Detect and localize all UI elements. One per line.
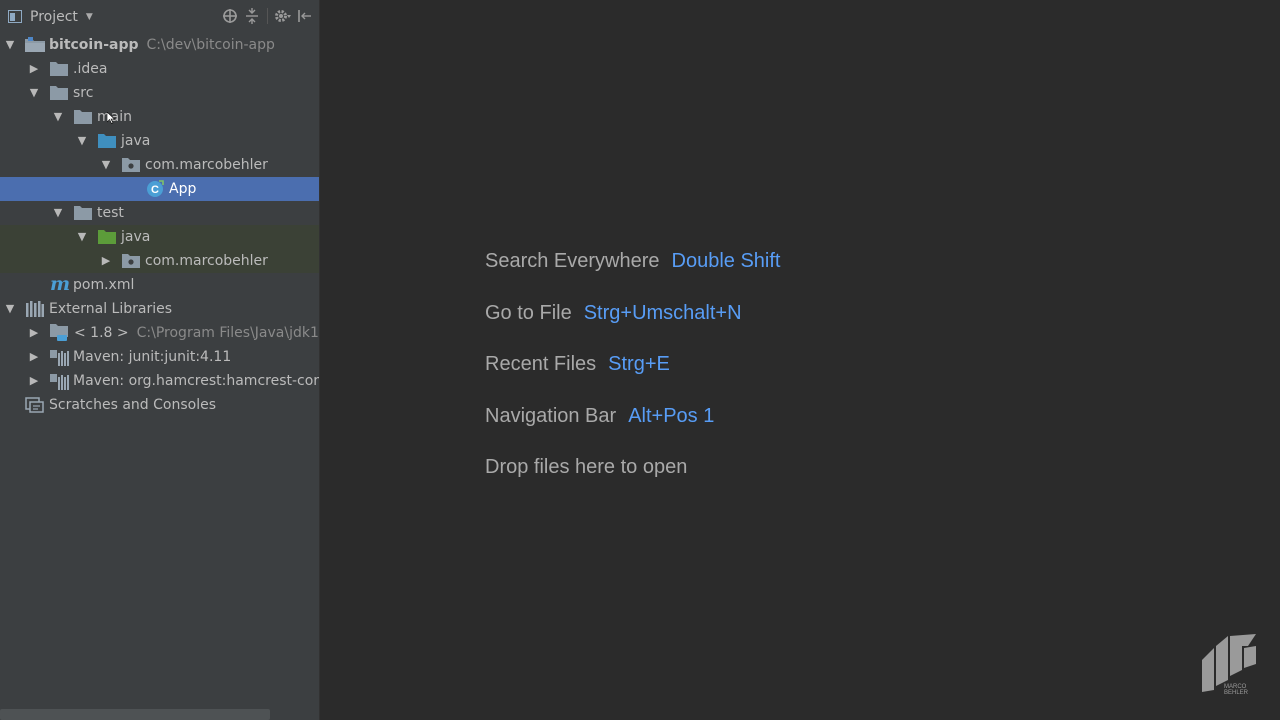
tree-item-label: .idea [73,61,108,77]
collapsed-arrow-icon[interactable]: ▶ [28,57,40,81]
tree-item-label: com.marcobehler [145,253,268,269]
tree-item-hamcrest[interactable]: ▶ Maven: org.hamcrest:hamcrest-cor [0,369,319,393]
hint-drop-files: Drop files here to open [485,456,781,508]
tree-item-main[interactable]: ▼ main [0,105,319,129]
collapsed-arrow-icon[interactable]: ▶ [28,321,40,345]
svg-text:C: C [151,184,159,196]
tree-item-label: pom.xml [73,277,135,293]
tree-item-main-package[interactable]: ▼ com.marcobehler [0,153,319,177]
collapsed-arrow-icon[interactable]: ▶ [28,369,40,393]
tree-item-src[interactable]: ▼ src [0,81,319,105]
jdk-version: < 1.8 > [74,325,129,341]
locate-icon[interactable] [220,6,240,26]
package-icon [122,254,140,268]
hint-shortcut: Strg+Umschalt+N [583,301,742,324]
library-icon [26,301,44,317]
expanded-arrow-icon[interactable]: ▼ [76,225,88,249]
hint-shortcut: Alt+Pos 1 [628,404,715,427]
collapsed-arrow-icon[interactable]: ▶ [28,345,40,369]
test-folder-icon [98,230,116,244]
root-name: bitcoin-app [49,37,139,53]
hide-icon[interactable] [295,6,315,26]
collapsed-arrow-icon[interactable]: ▶ [100,249,112,273]
project-view-selector[interactable]: Project ▼ [8,9,93,25]
hint-label: Go to File [485,301,572,324]
tree-item-label: test [97,205,124,221]
hint-navigation-bar: Navigation Bar Alt+Pos 1 [485,405,781,457]
tree-item-test[interactable]: ▼ test [0,201,319,225]
package-icon [122,158,140,172]
collapse-icon[interactable] [242,6,262,26]
hint-recent-files: Recent Files Strg+E [485,353,781,405]
project-title: Project [30,8,78,25]
source-folder-icon [98,134,116,148]
tree-item-label: App [169,181,197,197]
svg-text:m: m [50,275,70,293]
hint-shortcut: Double Shift [671,250,781,272]
tree-item-pom[interactable]: m pom.xml [0,273,319,297]
tree-item-external-libraries[interactable]: ▼ External Libraries [0,297,319,321]
hint-search-everywhere: Search Everywhere Double Shift [485,250,781,302]
tree-item-junit[interactable]: ▶ Maven: junit:junit:4.11 [0,345,319,369]
gear-icon[interactable] [273,6,293,26]
toolbar-divider [267,8,268,24]
svg-text:BEHLER: BEHLER [1224,690,1249,696]
expanded-arrow-icon[interactable]: ▼ [4,297,16,321]
project-toolbar: Project ▼ [0,0,319,33]
tree-item-app[interactable]: C App [0,177,319,201]
library-icon [50,350,69,366]
expanded-arrow-icon[interactable]: ▼ [52,105,64,129]
tree-item-label: External Libraries [49,301,172,317]
java-class-icon: C [147,180,164,197]
tree-item-label: java [121,133,151,149]
folder-icon [50,86,68,100]
project-tool-window: Project ▼ ▼ bitcoin-app C:\dev\bitcoin-a… [0,0,320,720]
hint-shortcut: Strg+E [608,353,670,375]
tree-item-label: Maven: org.hamcrest:hamcrest-cor [73,373,320,389]
editor-empty-hints: Search Everywhere Double Shift Go to File… [485,250,781,508]
project-icon [8,10,22,23]
project-tree: ▼ bitcoin-app C:\dev\bitcoin-app ▶ .idea … [0,33,319,417]
hint-go-to-file: Go to File Strg+Umschalt+N [485,302,781,354]
tree-item-test-java[interactable]: ▼ java [0,225,319,249]
folder-icon [74,110,92,124]
expanded-arrow-icon[interactable]: ▼ [100,153,112,177]
tree-item-idea[interactable]: ▶ .idea [0,57,319,81]
tree-item-jdk[interactable]: ▶ < 1.8 > C:\Program Files\Java\jdk1 [0,321,319,345]
expanded-arrow-icon[interactable]: ▼ [76,129,88,153]
tree-item-test-package[interactable]: ▶ com.marcobehler [0,249,319,273]
chevron-down-icon: ▼ [85,11,93,22]
horizontal-scrollbar[interactable] [0,709,270,720]
root-path: C:\dev\bitcoin-app [146,37,275,53]
expanded-arrow-icon[interactable]: ▼ [28,81,40,105]
module-folder-icon [25,37,45,52]
tree-item-label: com.marcobehler [145,157,268,173]
tree-item-root[interactable]: ▼ bitcoin-app C:\dev\bitcoin-app [0,33,319,57]
folder-icon [74,206,92,220]
marco-behler-logo: MARCO BEHLER [1202,634,1256,696]
mouse-cursor-icon [107,112,115,124]
tree-item-main-java[interactable]: ▼ java [0,129,319,153]
tree-item-label: java [121,229,151,245]
jdk-path: C:\Program Files\Java\jdk1 [136,325,319,341]
maven-icon: m [50,275,70,293]
tree-item-label: src [73,85,94,101]
folder-icon [50,62,68,76]
library-icon [50,374,69,390]
tree-item-label: Scratches and Consoles [49,397,216,413]
hint-label: Drop files here to open [485,456,688,478]
tree-item-label: Maven: junit:junit:4.11 [73,349,232,365]
hint-label: Recent Files [485,353,597,375]
scratches-icon [25,397,44,413]
hint-label: Navigation Bar [485,404,617,427]
expanded-arrow-icon[interactable]: ▼ [52,201,64,225]
expanded-arrow-icon[interactable]: ▼ [4,33,16,57]
hint-label: Search Everywhere [485,250,660,272]
tree-item-scratches[interactable]: Scratches and Consoles [0,393,319,417]
jdk-icon [50,324,68,341]
